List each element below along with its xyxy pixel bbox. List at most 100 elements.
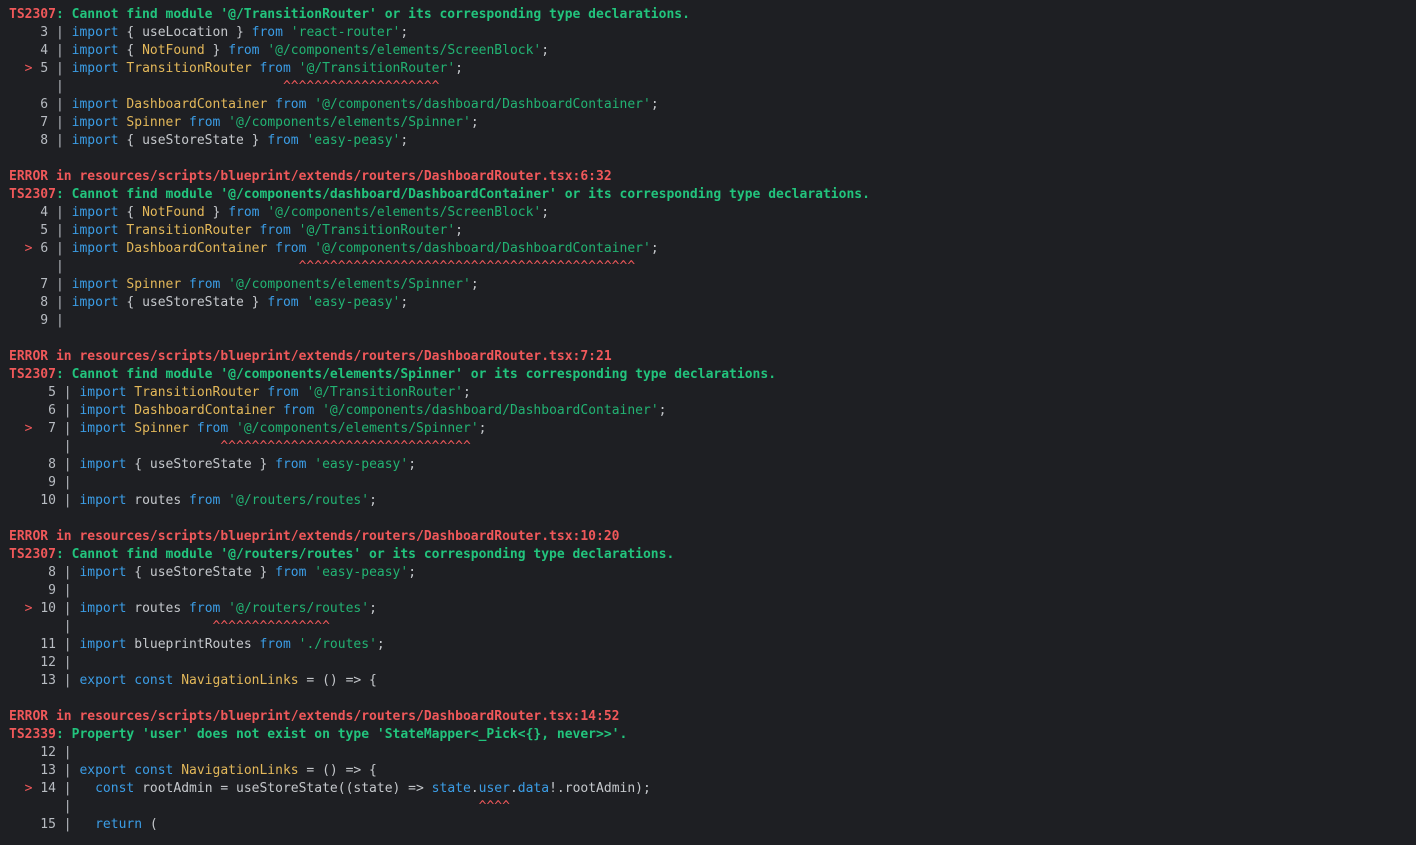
terminal-text: 13 |: [9, 763, 80, 778]
terminal-text: '@/components/elements/ScreenBlock': [259, 43, 542, 58]
terminal-text: 6 |: [9, 97, 72, 112]
terminal-text: from: [189, 601, 221, 616]
terminal-text: from: [189, 493, 221, 508]
terminal-text: from: [275, 457, 307, 472]
terminal-line: 4 | import { NotFound } from '@/componen…: [9, 42, 1416, 60]
terminal-text: routes: [126, 493, 190, 508]
terminal-text: return: [95, 817, 143, 832]
terminal-line: | ^^^^^^^^^^^^^^^: [9, 618, 1416, 636]
terminal-text: state: [431, 781, 471, 796]
terminal-text: from: [259, 637, 291, 652]
terminal-text: ERROR in resources/scripts/blueprint/ext…: [9, 349, 612, 364]
terminal-text: ;: [650, 241, 659, 256]
terminal-text: DashboardContainer: [118, 241, 276, 256]
terminal-text: ;: [408, 457, 417, 472]
terminal-text: ;: [400, 133, 409, 148]
terminal-text: {: [118, 43, 143, 58]
terminal-text: import: [79, 385, 127, 400]
terminal-text: ;: [408, 565, 417, 580]
terminal-text: data: [517, 781, 550, 796]
terminal-line: | ^^^^^^^^^^^^^^^^^^^^: [9, 78, 1416, 96]
terminal-text: >: [9, 421, 49, 436]
terminal-text: DashboardContainer: [126, 403, 283, 418]
terminal-text: 7 |: [9, 277, 72, 292]
terminal-text: from: [196, 421, 229, 436]
terminal-text: '@/routers/routes': [220, 601, 370, 616]
terminal-output[interactable]: TS2307: Cannot find module '@/Transition…: [0, 0, 1416, 845]
terminal-text: ^^^^: [79, 799, 510, 814]
terminal-text: ERROR in resources/scripts/blueprint/ext…: [9, 169, 612, 184]
terminal-line: TS2307: Cannot find module '@/components…: [9, 186, 1416, 204]
terminal-text: import: [71, 241, 119, 256]
terminal-line: 9 |: [9, 312, 1416, 330]
terminal-text: from: [267, 295, 299, 310]
terminal-text: 6 |: [40, 241, 72, 256]
terminal-text: import: [71, 61, 119, 76]
terminal-line: 4 | import { NotFound } from '@/componen…: [9, 204, 1416, 222]
terminal-text: ;: [455, 223, 463, 238]
terminal-line: | ^^^^^^^^^^^^^^^^^^^^^^^^^^^^^^^^: [9, 438, 1416, 456]
terminal-text: '@/components/elements/Spinner': [220, 277, 471, 292]
terminal-text: >: [9, 781, 41, 796]
terminal-text: TransitionRouter: [118, 61, 260, 76]
terminal-text: import: [79, 457, 127, 472]
terminal-text: 9 |: [9, 475, 72, 490]
terminal-text: export const: [79, 673, 174, 688]
terminal-line: ERROR in resources/scripts/blueprint/ext…: [9, 528, 1416, 546]
terminal-text: ;: [658, 403, 667, 418]
terminal-text: import: [79, 601, 127, 616]
terminal-text: 8 |: [9, 565, 80, 580]
terminal-line: > 10 | import routes from '@/routers/rou…: [9, 600, 1416, 618]
terminal-text: }: [204, 205, 229, 220]
terminal-text: from: [228, 43, 260, 58]
terminal-text: |: [9, 439, 80, 454]
terminal-text: '@/components/elements/Spinner': [220, 115, 471, 130]
terminal-text: routes: [126, 601, 190, 616]
terminal-text: 5 |: [9, 385, 80, 400]
terminal-text: |: [9, 79, 72, 94]
terminal-text: TS2339: [9, 727, 56, 742]
terminal-text: import: [79, 493, 127, 508]
terminal-text: 'easy-peasy': [298, 133, 401, 148]
terminal-text: |: [9, 259, 72, 274]
terminal-text: import: [71, 295, 119, 310]
terminal-text: import: [79, 421, 127, 436]
terminal-text: TS2307: [9, 547, 56, 562]
terminal-line: > 14 | const rootAdmin = useStoreState((…: [9, 780, 1416, 798]
terminal-text: { useStoreState }: [118, 295, 268, 310]
terminal-text: { useStoreState }: [118, 133, 268, 148]
terminal-text: {: [118, 205, 143, 220]
terminal-line: 5 | import TransitionRouter from '@/Tran…: [9, 384, 1416, 402]
terminal-text: 'react-router': [282, 25, 401, 40]
terminal-text: user: [478, 781, 510, 796]
terminal-line: 3 | import { useLocation } from 'react-r…: [9, 24, 1416, 42]
terminal-text: 8 |: [9, 295, 72, 310]
terminal-text: ;: [541, 205, 550, 220]
terminal-text: { useStoreState }: [126, 457, 276, 472]
terminal-text: Spinner: [126, 421, 197, 436]
terminal-line: 7 | import Spinner from '@/components/el…: [9, 114, 1416, 132]
terminal-text: '@/TransitionRouter': [290, 61, 456, 76]
terminal-text: 7 |: [48, 421, 80, 436]
terminal-text: ^^^^^^^^^^^^^^^^^^^^: [71, 79, 440, 94]
terminal-text: : Property 'user' does not exist on type…: [55, 727, 628, 742]
terminal-text: 12 |: [9, 655, 72, 670]
terminal-text: ^^^^^^^^^^^^^^^^^^^^^^^^^^^^^^^^^^^^^^^^…: [71, 259, 636, 274]
terminal-line: TS2339: Property 'user' does not exist o…: [9, 726, 1416, 744]
terminal-line: 11 | import blueprintRoutes from './rout…: [9, 636, 1416, 654]
terminal-text: 13 |: [9, 673, 80, 688]
terminal-text: import: [71, 223, 119, 238]
terminal-line: 8 | import { useStoreState } from 'easy-…: [9, 132, 1416, 150]
terminal-text: ;: [541, 43, 550, 58]
terminal-text: import: [71, 25, 119, 40]
terminal-text: from: [267, 385, 299, 400]
terminal-text: : Cannot find module '@/TransitionRouter…: [55, 7, 690, 22]
terminal-line: | ^^^^^^^^^^^^^^^^^^^^^^^^^^^^^^^^^^^^^^…: [9, 258, 1416, 276]
terminal-text: TS2307: [9, 7, 56, 22]
terminal-text: './routes': [290, 637, 377, 652]
terminal-text: 4 |: [9, 205, 72, 220]
terminal-text: rootAdmin = useStoreState((state) =>: [134, 781, 432, 796]
terminal-text: NotFound: [142, 43, 205, 58]
terminal-text: (: [142, 817, 158, 832]
